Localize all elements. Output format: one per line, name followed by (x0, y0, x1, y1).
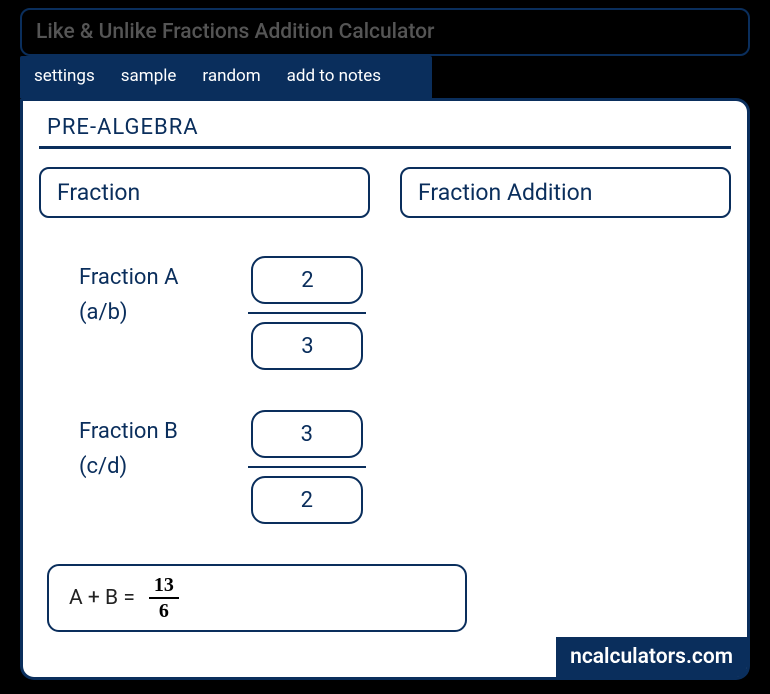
brand-badge[interactable]: ncalculators.com (556, 637, 747, 677)
fraction-b-denominator[interactable] (251, 476, 363, 524)
menu-sample[interactable]: sample (121, 66, 177, 86)
fraction-b-label-line2: (c/d) (79, 449, 178, 484)
fraction-b-block: Fraction B (c/d) (79, 410, 731, 524)
fraction-b-numerator[interactable] (251, 410, 363, 458)
menu-settings[interactable]: settings (34, 66, 95, 86)
result-box: A + B = 13 6 (47, 564, 467, 632)
fraction-a-label-line2: (a/b) (79, 295, 178, 330)
dropdown-fraction[interactable]: Fraction (39, 167, 370, 218)
result-fraction-line (149, 597, 179, 599)
fraction-a-denominator[interactable] (251, 322, 363, 370)
main-panel: PRE-ALGEBRA Fraction Fraction Addition F… (20, 98, 750, 680)
result-denominator: 6 (159, 600, 169, 622)
fraction-a-label: Fraction A (a/b) (79, 256, 178, 330)
menu-random[interactable]: random (202, 66, 260, 86)
menu-bar: settings sample random add to notes (20, 56, 432, 98)
fraction-a-label-line1: Fraction A (79, 260, 178, 295)
dropdown-fraction-addition[interactable]: Fraction Addition (400, 167, 731, 218)
fraction-b-label-line1: Fraction B (79, 414, 178, 449)
result-numerator: 13 (154, 574, 174, 596)
result-label: A + B = (69, 586, 135, 610)
dropdown-row: Fraction Fraction Addition (39, 167, 731, 218)
page-title: Like & Unlike Fractions Addition Calcula… (20, 8, 750, 56)
menu-add-to-notes[interactable]: add to notes (287, 66, 381, 86)
section-title: PRE-ALGEBRA (39, 115, 731, 149)
fraction-a-inputs (248, 256, 366, 370)
fraction-a-numerator[interactable] (251, 256, 363, 304)
fraction-b-line (248, 466, 366, 468)
result-fraction: 13 6 (149, 574, 179, 622)
fraction-b-inputs (248, 410, 366, 524)
fraction-a-line (248, 312, 366, 314)
fraction-a-block: Fraction A (a/b) (79, 256, 731, 370)
fraction-b-label: Fraction B (c/d) (79, 410, 178, 484)
